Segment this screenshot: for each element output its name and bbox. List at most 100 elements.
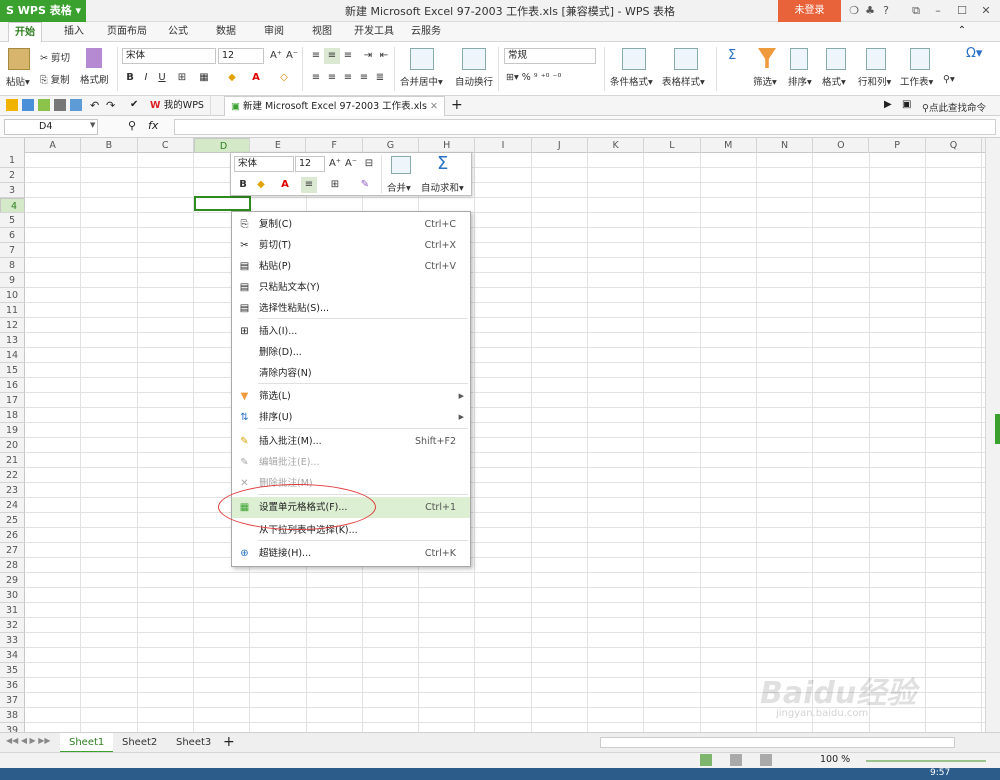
context-menu-item-5[interactable]: ⊞ 插入(I)... bbox=[232, 321, 470, 342]
shirt-icon[interactable]: ♣ bbox=[862, 3, 878, 19]
row-header-12[interactable]: 12 bbox=[0, 318, 25, 333]
scroll-thumb[interactable] bbox=[995, 414, 1000, 444]
save-icon[interactable] bbox=[22, 99, 34, 111]
table-style-icon[interactable] bbox=[674, 48, 698, 70]
row-header-24[interactable]: 24 bbox=[0, 498, 25, 513]
filter-icon[interactable] bbox=[758, 48, 776, 68]
row-header-9[interactable]: 9 bbox=[0, 273, 25, 288]
app-menu-button[interactable]: S WPS 表格 ▾ bbox=[0, 0, 86, 22]
page-layout-view-icon[interactable] bbox=[730, 754, 742, 766]
select-all-corner[interactable] bbox=[0, 138, 25, 153]
maximize-icon[interactable]: ☐ bbox=[954, 3, 970, 19]
fill-pattern-icon[interactable]: ▦ bbox=[196, 70, 212, 86]
tab-page-layout[interactable]: 页面布局 bbox=[101, 22, 153, 42]
mini-bold-icon[interactable]: B bbox=[235, 177, 251, 193]
close-icon[interactable]: ✕ bbox=[978, 3, 994, 19]
tab-view[interactable]: 视图 bbox=[306, 22, 338, 42]
row-header-38[interactable]: 38 bbox=[0, 708, 25, 723]
column-header-o[interactable]: O bbox=[813, 138, 870, 153]
worksheet-button[interactable]: 工作表▾ bbox=[900, 74, 933, 88]
context-menu-item-15[interactable]: ⊕ 超链接(H)... Ctrl+K bbox=[232, 543, 470, 564]
italic-icon[interactable]: I bbox=[138, 70, 154, 86]
mini-font-name-select[interactable]: 宋体 bbox=[234, 156, 294, 172]
column-header-b[interactable]: B bbox=[81, 138, 138, 153]
row-header-33[interactable]: 33 bbox=[0, 633, 25, 648]
row-header-13[interactable]: 13 bbox=[0, 333, 25, 348]
fx-button[interactable]: fx bbox=[148, 119, 158, 132]
row-header-21[interactable]: 21 bbox=[0, 453, 25, 468]
paste-icon[interactable] bbox=[8, 48, 30, 70]
row-header-39[interactable]: 39 bbox=[0, 723, 25, 732]
zoom-level[interactable]: 100 % bbox=[820, 754, 850, 765]
column-header-f[interactable]: F bbox=[307, 138, 363, 153]
distribute-icon[interactable]: ≣ bbox=[372, 70, 388, 86]
format-icon[interactable] bbox=[826, 48, 846, 70]
zoom-search-icon[interactable]: ⚲ bbox=[128, 119, 136, 132]
format-button[interactable]: 格式▾ bbox=[822, 74, 846, 88]
tab-insert[interactable]: 插入 bbox=[58, 22, 90, 42]
table-style-button[interactable]: 表格样式▾ bbox=[662, 74, 705, 88]
row-header-35[interactable]: 35 bbox=[0, 663, 25, 678]
row-header-10[interactable]: 10 bbox=[0, 288, 25, 303]
mini-shrink-font-icon[interactable]: A⁻ bbox=[343, 156, 359, 172]
add-sheet-icon[interactable]: + bbox=[223, 734, 235, 750]
bold-icon[interactable]: B bbox=[122, 70, 138, 86]
mini-font-color-icon[interactable]: A bbox=[277, 177, 293, 193]
row-header-7[interactable]: 7 bbox=[0, 243, 25, 258]
paste-button[interactable]: 粘贴▾ bbox=[6, 74, 30, 88]
align-top-icon[interactable]: ≡ bbox=[308, 48, 324, 64]
tab-formulas[interactable]: 公式 bbox=[162, 22, 194, 42]
row-header-29[interactable]: 29 bbox=[0, 573, 25, 588]
column-header-n[interactable]: N bbox=[757, 138, 814, 153]
wrap-text-button[interactable]: 自动换行 bbox=[455, 74, 493, 88]
mini-align-icon[interactable]: ≡ bbox=[301, 177, 317, 193]
sheet-tab-1[interactable]: Sheet1 bbox=[60, 733, 114, 753]
zoom-slider[interactable] bbox=[866, 760, 986, 762]
column-header-p[interactable]: P bbox=[870, 138, 926, 153]
pin-icon[interactable]: ✔ bbox=[130, 99, 138, 110]
row-header-32[interactable]: 32 bbox=[0, 618, 25, 633]
copy-button[interactable]: ⎘ 复制 bbox=[40, 72, 70, 86]
column-header-k[interactable]: K bbox=[588, 138, 645, 153]
row-header-37[interactable]: 37 bbox=[0, 693, 25, 708]
column-header-e[interactable]: E bbox=[250, 138, 307, 153]
tab-cloud[interactable]: 云服务 bbox=[405, 22, 447, 42]
row-header-36[interactable]: 36 bbox=[0, 678, 25, 693]
mini-merge-icon[interactable] bbox=[391, 156, 411, 174]
outdent-icon[interactable]: ⇤ bbox=[376, 48, 392, 64]
row-header-27[interactable]: 27 bbox=[0, 543, 25, 558]
row-header-3[interactable]: 3 bbox=[0, 183, 25, 198]
column-header-l[interactable]: L bbox=[644, 138, 701, 153]
mini-format-icon[interactable]: ⊟ bbox=[361, 156, 377, 172]
cut-button[interactable]: ✂ 剪切 bbox=[40, 50, 70, 64]
vertical-scrollbar[interactable] bbox=[985, 138, 1000, 732]
column-header-a[interactable]: A bbox=[25, 138, 82, 153]
context-menu-item-0[interactable]: ⎘ 复制(C) Ctrl+C bbox=[232, 214, 470, 235]
normal-view-icon[interactable] bbox=[700, 754, 712, 766]
tab-document[interactable]: ▣ 新建 Microsoft Excel 97-2003 工作表.xls ✕ bbox=[224, 96, 445, 116]
number-format-buttons[interactable]: ⊞▾ % ⁹ ⁺⁰ ⁻⁰ bbox=[506, 72, 561, 83]
borders-icon[interactable]: ⊞ bbox=[174, 70, 190, 86]
rows-cols-button[interactable]: 行和列▾ bbox=[858, 74, 891, 88]
wrap-text-icon[interactable] bbox=[462, 48, 486, 70]
mini-font-size-select[interactable]: 12 bbox=[295, 156, 325, 172]
column-header-c[interactable]: C bbox=[138, 138, 194, 153]
row-header-15[interactable]: 15 bbox=[0, 363, 25, 378]
merge-center-icon[interactable] bbox=[410, 48, 434, 70]
print-icon[interactable] bbox=[54, 99, 66, 111]
context-menu-item-3[interactable]: ▤ 只粘贴文本(Y) bbox=[232, 277, 470, 298]
align-left-icon[interactable]: ≡ bbox=[308, 70, 324, 86]
context-menu-item-9[interactable]: ⇅ 排序(U) ▶ bbox=[232, 407, 470, 428]
clear-format-icon[interactable]: ◇ bbox=[276, 70, 292, 86]
format-painter-button[interactable]: 格式刷 bbox=[80, 72, 109, 86]
column-header-h[interactable]: H bbox=[419, 138, 476, 153]
grow-font-icon[interactable]: A⁺ bbox=[268, 48, 284, 64]
context-menu-item-6[interactable]: 删除(D)... bbox=[232, 342, 470, 363]
collapse-ribbon-icon[interactable]: ⌃ bbox=[955, 25, 969, 39]
conditional-format-icon[interactable] bbox=[622, 48, 646, 70]
mini-merge-button[interactable]: 合并▾ bbox=[387, 180, 411, 194]
font-name-select[interactable]: 宋体 bbox=[122, 48, 216, 64]
row-header-28[interactable]: 28 bbox=[0, 558, 25, 573]
restore-window-icon[interactable]: ⧉ bbox=[908, 3, 924, 19]
autosum-icon[interactable]: Σ bbox=[728, 48, 736, 63]
